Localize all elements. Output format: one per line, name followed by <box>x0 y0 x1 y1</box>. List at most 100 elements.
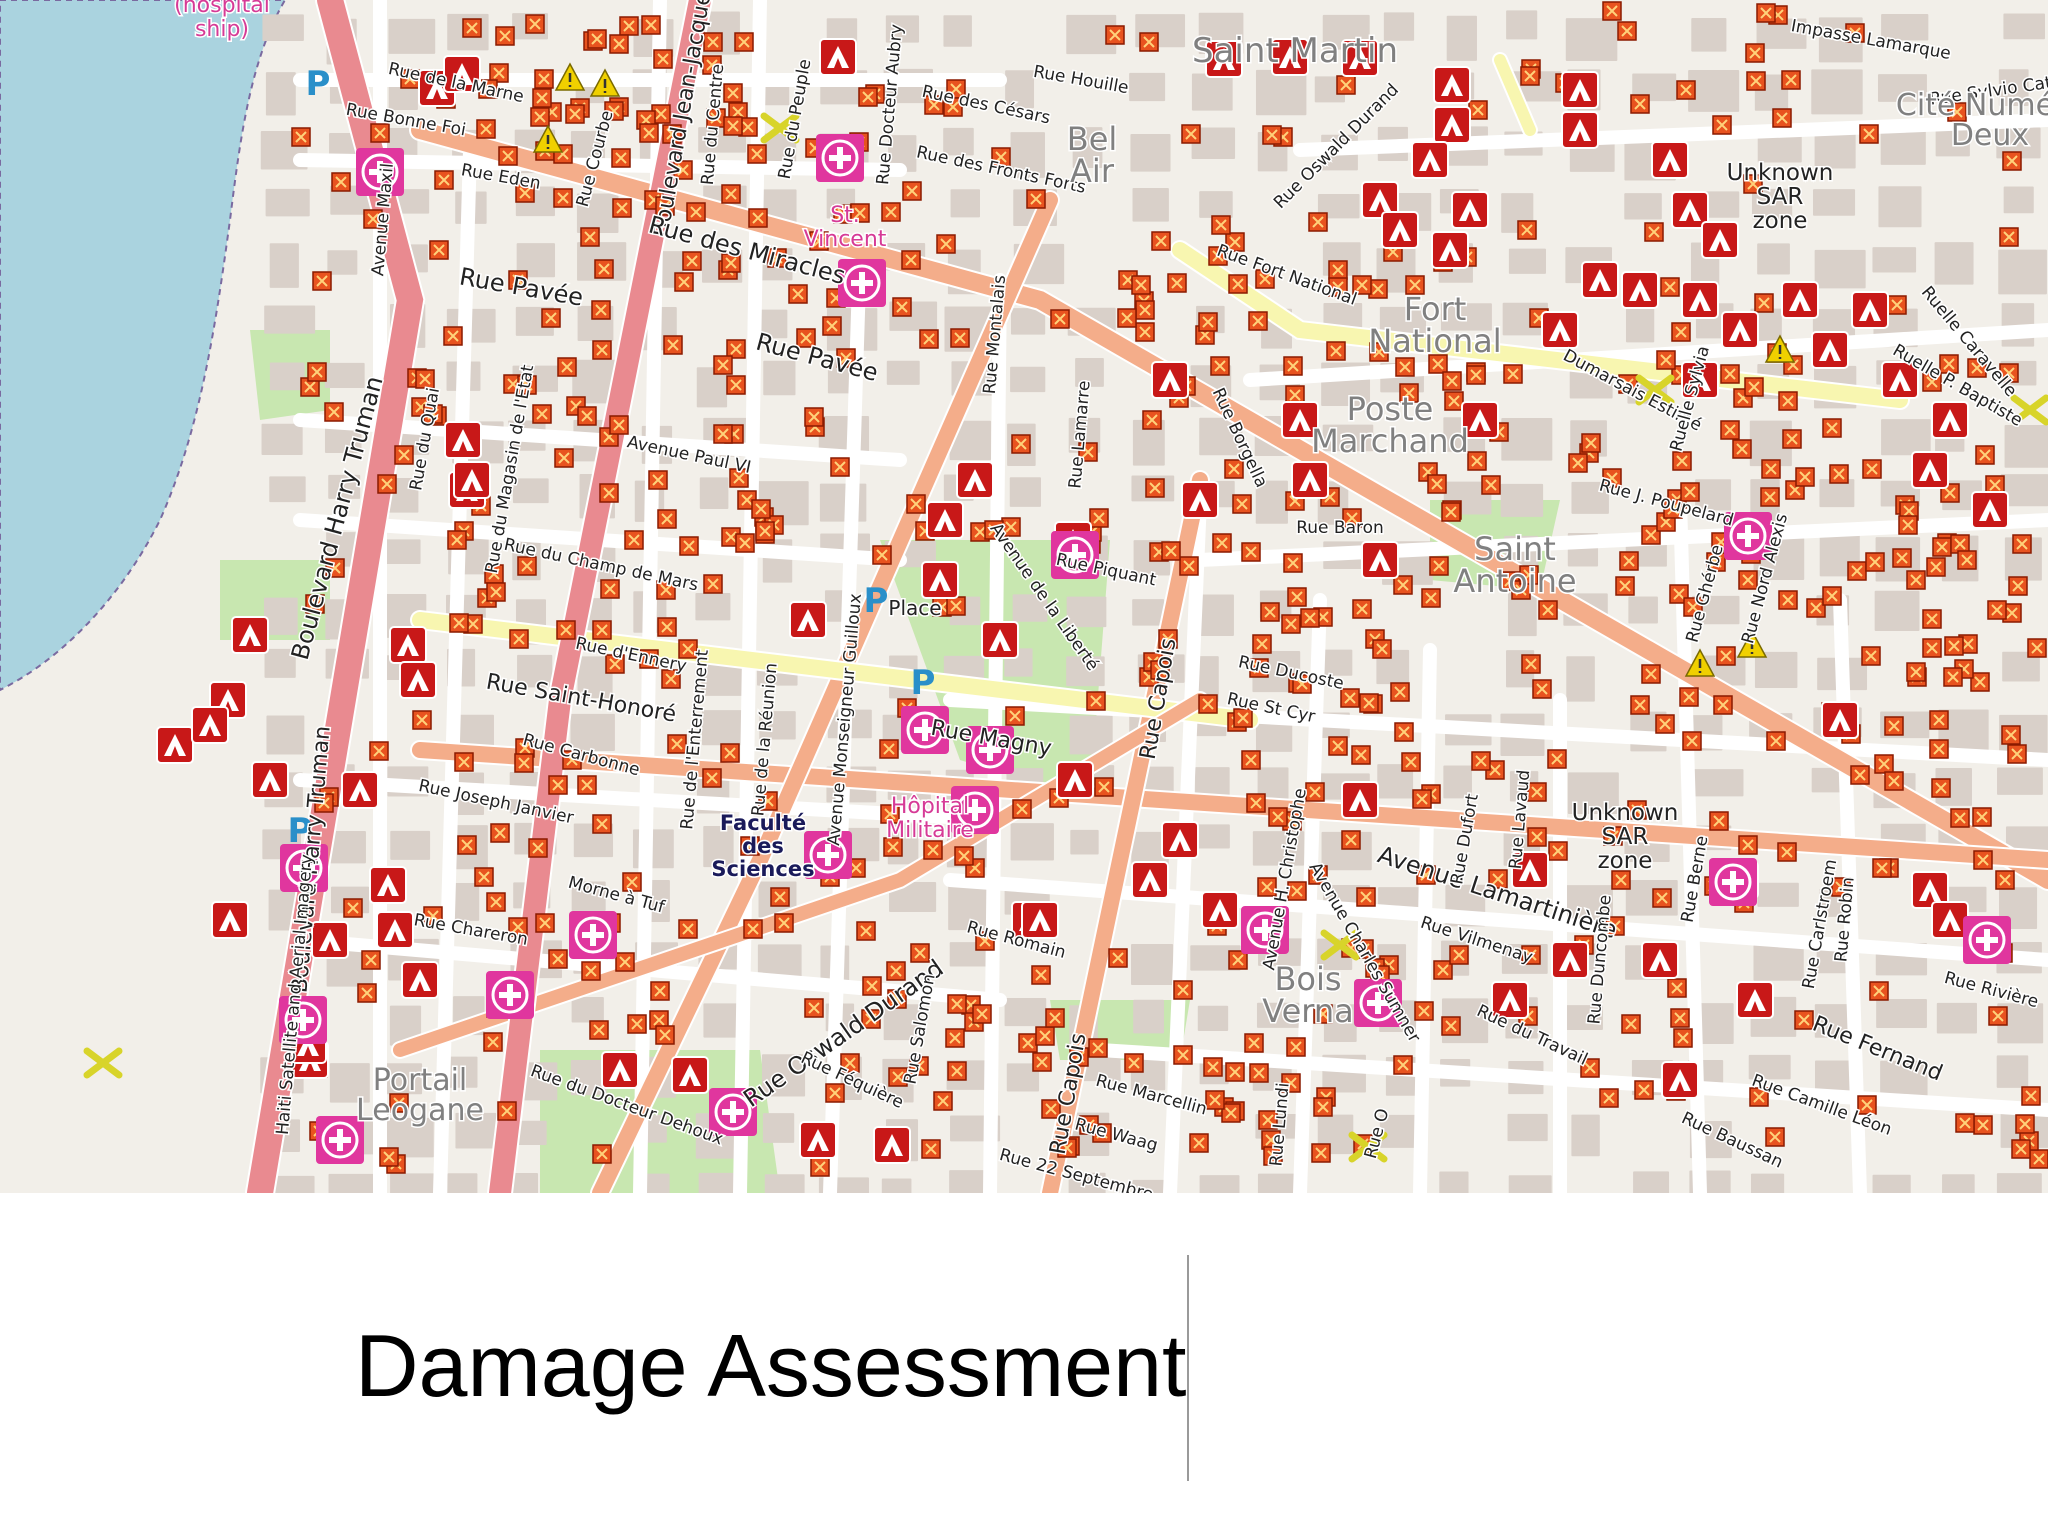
damage-x-icon <box>686 202 706 222</box>
damage-x-icon <box>2012 534 2032 554</box>
damage-x-icon <box>755 521 775 541</box>
building <box>1942 1174 1975 1193</box>
building <box>1131 943 1174 985</box>
damage-x-icon <box>872 545 892 565</box>
camp-tent-icon <box>399 661 437 699</box>
damage-x-icon <box>726 375 746 395</box>
damage-x-icon <box>1777 842 1797 862</box>
damage-x-icon <box>1957 550 1977 570</box>
damage-x-icon <box>447 530 467 550</box>
map-panel[interactable]: P P P P Rue de la Marne Rue Bonne Foi Rue Eden… <box>0 0 2048 1193</box>
building <box>269 362 305 391</box>
camp-tent-icon <box>671 1056 709 1094</box>
damage-x-icon <box>1244 1033 1264 1053</box>
damage-x-icon <box>1467 451 1487 471</box>
damage-x-icon <box>497 1101 517 1121</box>
damage-x-icon <box>1679 687 1699 707</box>
damage-x-icon <box>858 87 878 107</box>
damage-x-icon <box>1011 434 1031 454</box>
damage-x-icon <box>592 620 612 640</box>
damage-x-icon <box>954 846 974 866</box>
damage-x-icon <box>923 840 943 860</box>
damage-x-icon <box>312 271 332 291</box>
damage-x-icon <box>1794 1010 1814 1030</box>
building <box>1500 483 1544 517</box>
damage-x-icon <box>1211 215 1231 235</box>
damage-x-icon <box>1862 459 1882 479</box>
damage-x-icon <box>2002 151 2022 171</box>
damage-x-icon <box>1756 3 1776 23</box>
sar-zone-label: SAR <box>1602 824 1649 850</box>
map-canvas[interactable]: PPPPRue de la MarneRue Bonne FoiRue Eden… <box>0 0 2048 1193</box>
building <box>1439 1171 1469 1193</box>
damage-x-icon <box>1341 830 1361 850</box>
damage-x-icon <box>1950 808 1970 828</box>
camp-tent-icon <box>1451 191 1489 229</box>
camp-tent-icon <box>1911 451 1949 489</box>
building <box>1936 1002 1977 1034</box>
damage-x-icon <box>1988 1006 2008 1026</box>
camp-tent-icon <box>1701 221 1739 259</box>
building <box>1624 193 1662 220</box>
damage-x-icon <box>1012 799 1032 819</box>
hospital-cross-icon <box>569 911 617 959</box>
damage-x-icon <box>1517 220 1537 240</box>
damage-x-icon <box>902 181 922 201</box>
facility-label: Vincent <box>804 227 887 252</box>
damage-x-icon <box>1105 25 1125 45</box>
camp-tent-icon <box>1811 331 1849 369</box>
damage-x-icon <box>810 1157 830 1177</box>
building <box>1691 769 1744 797</box>
building <box>703 1003 742 1038</box>
parking-icon: P <box>306 64 331 104</box>
place-label: Saint Martin <box>1192 31 1398 71</box>
damage-x-icon <box>804 998 824 1018</box>
building <box>265 72 296 116</box>
damage-x-icon <box>581 961 601 981</box>
damage-x-icon <box>650 981 670 1001</box>
damage-x-icon <box>1709 811 1729 831</box>
camp-tent-icon <box>1736 981 1774 1019</box>
damage-x-icon <box>1173 1045 1193 1065</box>
camp-tent-icon <box>1181 481 1219 519</box>
damage-x-icon <box>1795 467 1815 487</box>
damage-x-icon <box>1929 739 1949 759</box>
building <box>1881 419 1931 456</box>
damage-x-icon <box>624 530 644 550</box>
damage-x-icon <box>1393 575 1413 595</box>
damage-x-icon <box>486 582 506 602</box>
damage-x-icon <box>1973 850 1993 870</box>
damage-x-icon <box>490 823 510 843</box>
building <box>1070 829 1099 855</box>
damage-x-icon <box>1872 858 1892 878</box>
damage-x-icon <box>486 892 506 912</box>
damage-x-icon <box>1527 827 1547 847</box>
damage-x-icon <box>483 1032 503 1052</box>
building <box>1501 418 1553 461</box>
camp-tent-icon <box>799 1121 837 1159</box>
damage-x-icon <box>1944 636 1964 656</box>
damage-x-icon <box>599 483 619 503</box>
building <box>1508 248 1547 274</box>
damage-x-icon <box>1340 688 1360 708</box>
damage-x-icon <box>1210 356 1230 376</box>
damage-x-icon <box>476 119 496 139</box>
damage-x-icon <box>2011 1139 2031 1159</box>
damage-x-icon <box>1232 494 1252 514</box>
camp-tent-icon <box>389 626 427 664</box>
damage-x-icon <box>600 579 620 599</box>
building <box>261 423 303 455</box>
damage-x-icon <box>1931 778 1951 798</box>
place-label: National <box>1368 322 1501 360</box>
damage-x-icon <box>1283 553 1303 573</box>
damage-x-icon <box>648 470 668 490</box>
camp-tent-icon <box>1971 491 2009 529</box>
damage-x-icon <box>1248 311 1268 331</box>
building <box>384 539 421 565</box>
damage-x-icon <box>369 741 389 761</box>
camp-tent-icon <box>1056 761 1094 799</box>
damage-x-icon <box>830 457 850 477</box>
damage-x-icon <box>1532 679 1552 699</box>
damage-x-icon <box>577 775 597 795</box>
institution-label: Faculté <box>720 811 806 835</box>
